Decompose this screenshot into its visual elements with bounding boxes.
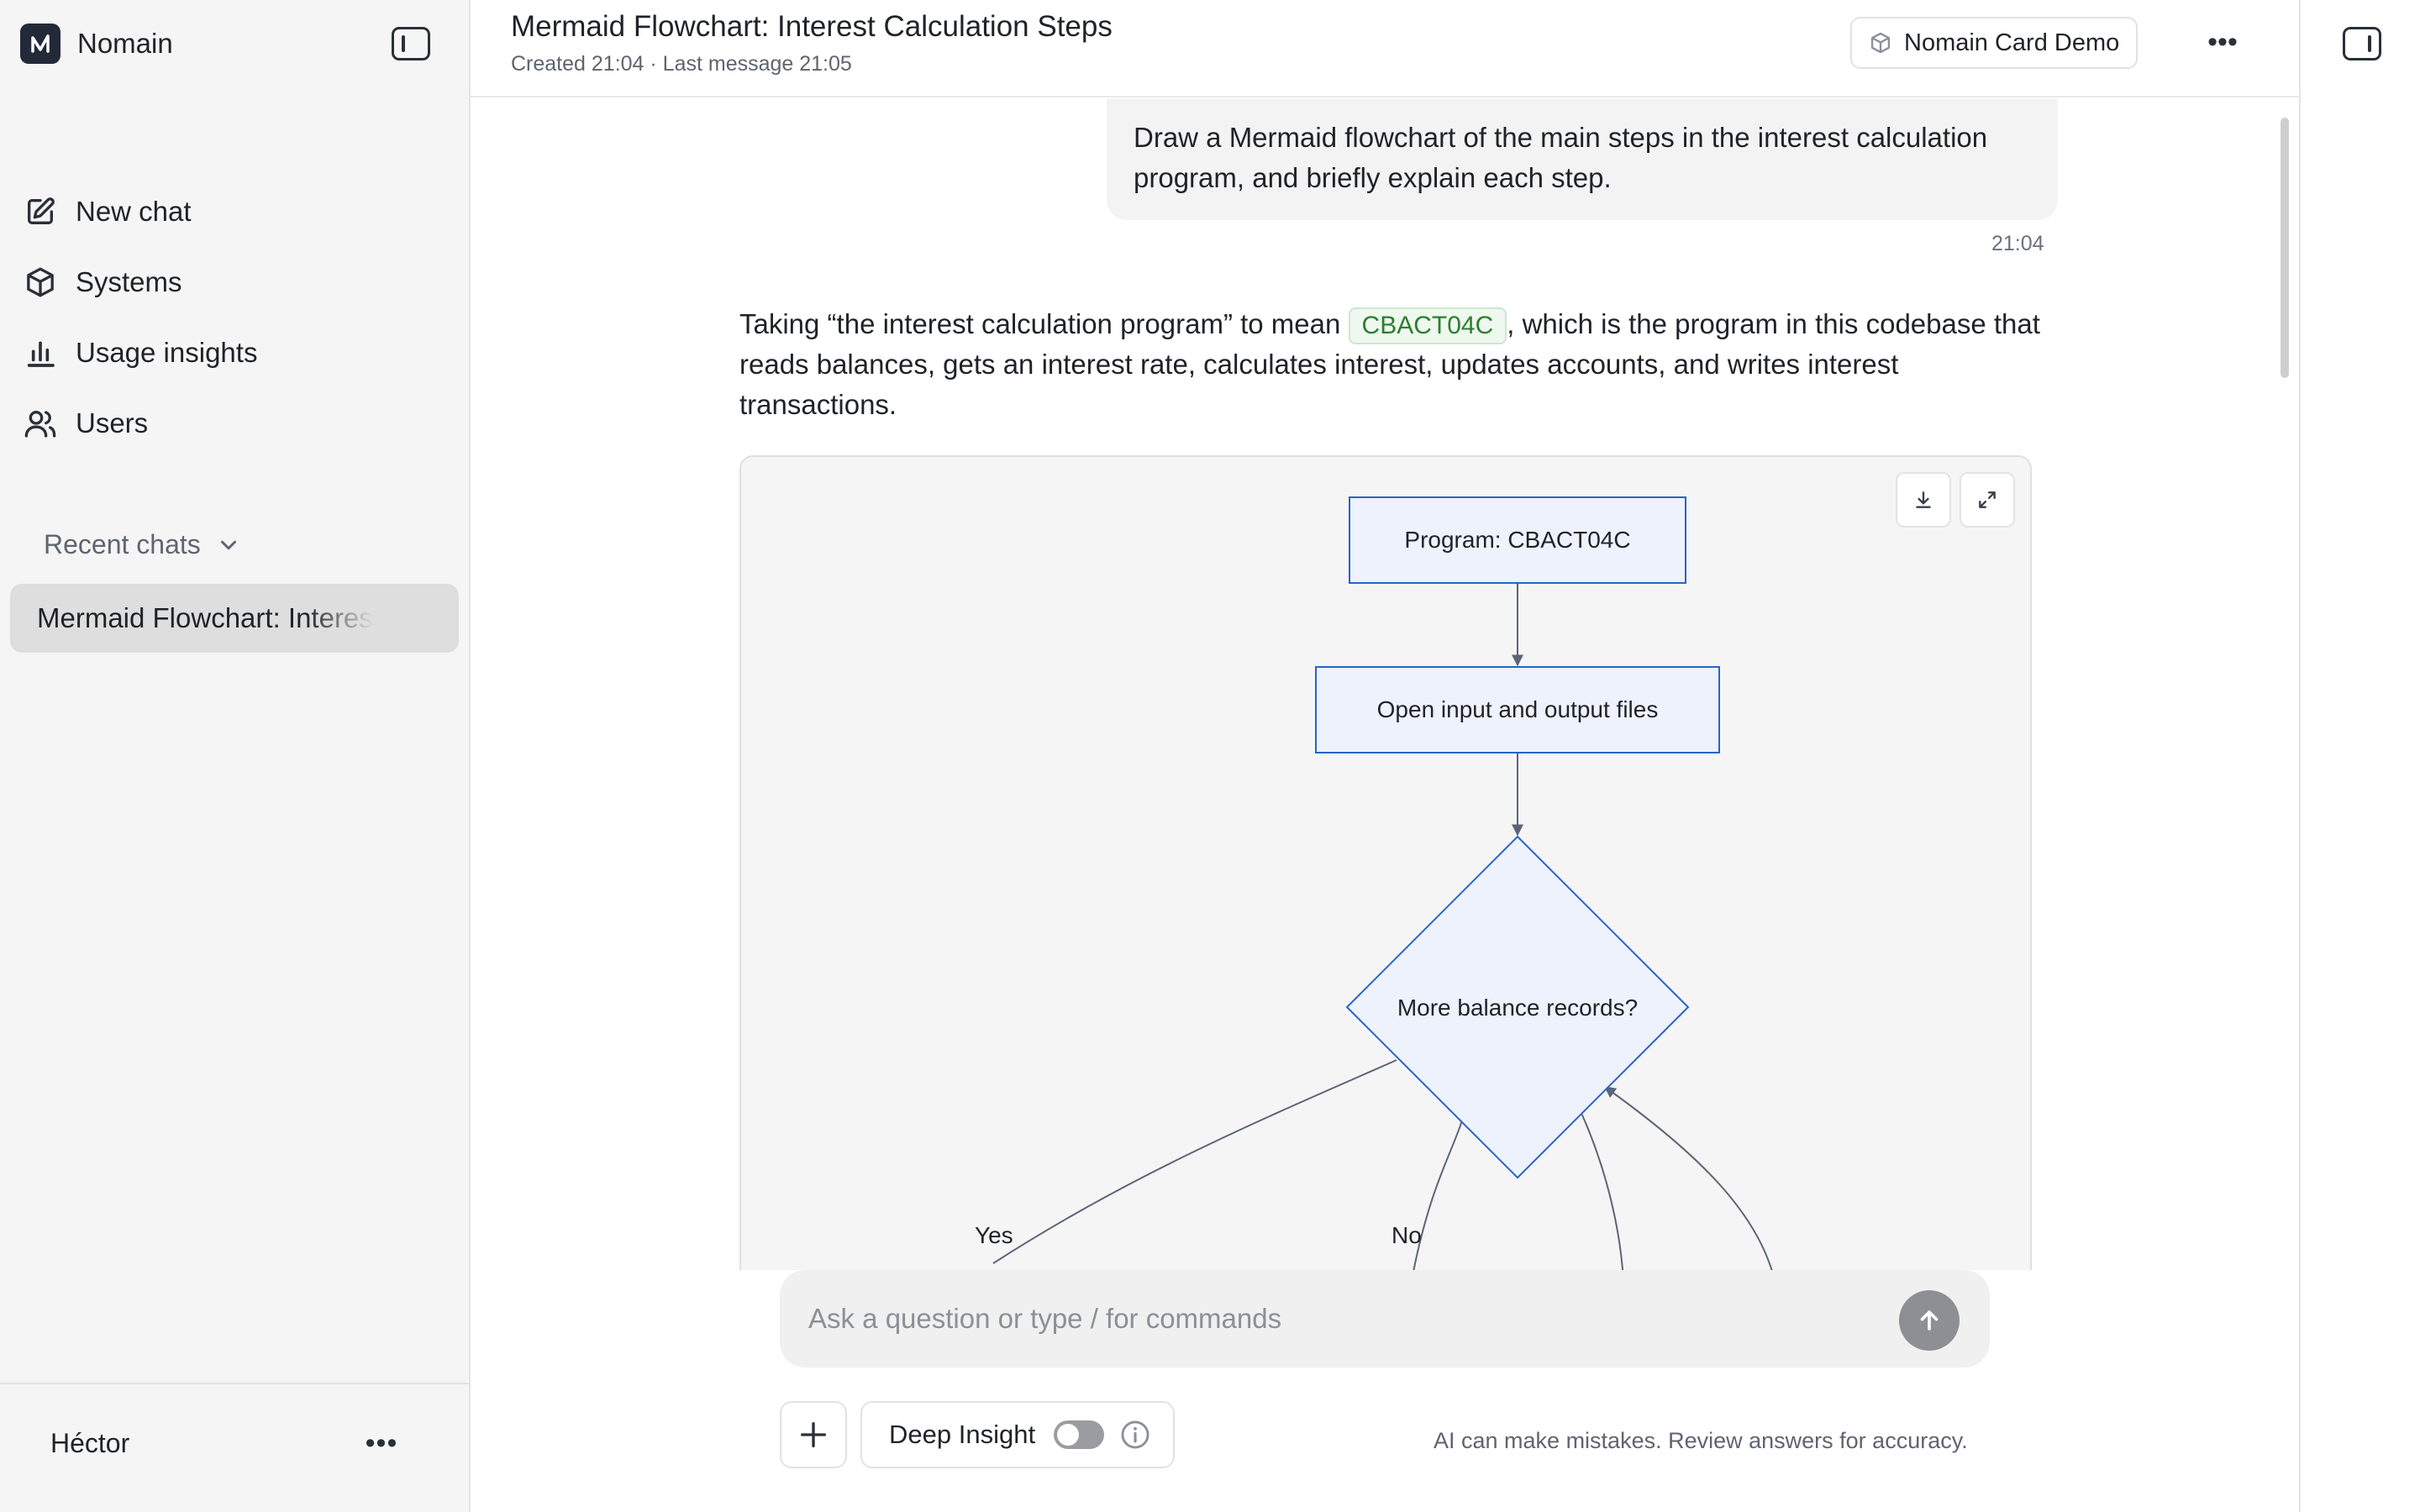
user-name: Héctor bbox=[50, 1428, 130, 1458]
node-decision: More balance records? bbox=[1345, 835, 1690, 1179]
sidebar-item-label: New chat bbox=[76, 196, 192, 227]
cube-icon bbox=[1870, 32, 1891, 54]
sidebar: Nomain New chat Systems Usage insights U… bbox=[0, 0, 471, 1512]
scrollbar-thumb[interactable] bbox=[2281, 118, 2289, 378]
deep-insight-label: Deep Insight bbox=[889, 1420, 1036, 1449]
users-icon bbox=[24, 411, 56, 438]
disclaimer: AI can make mistakes. Review answers for… bbox=[1434, 1428, 1968, 1453]
node-label: Program: CBACT04C bbox=[1404, 527, 1630, 553]
edge-yes bbox=[992, 1059, 1397, 1264]
user-message: Draw a Mermaid flowchart of the main ste… bbox=[1107, 99, 2058, 220]
composer bbox=[780, 1270, 1990, 1368]
deep-insight-control: Deep Insight bbox=[860, 1401, 1175, 1468]
sidebar-item-usage-insights[interactable]: Usage insights bbox=[24, 318, 452, 388]
arrow-up-icon bbox=[1920, 1310, 1939, 1331]
bar-chart-icon bbox=[27, 341, 55, 367]
edge-loop-back-1 bbox=[1572, 1094, 1624, 1281]
add-attachment-button[interactable] bbox=[780, 1401, 847, 1468]
send-button[interactable] bbox=[1899, 1290, 1960, 1351]
recent-chat-item[interactable]: Mermaid Flowchart: Interest Calculation … bbox=[10, 584, 459, 653]
download-diagram-button[interactable] bbox=[1896, 472, 1951, 528]
cube-icon bbox=[27, 267, 54, 297]
assistant-message: Taking “the interest calculation program… bbox=[739, 304, 2059, 425]
edge-label-no: No bbox=[1392, 1222, 1422, 1248]
page-title: Mermaid Flowchart: Interest Calculation … bbox=[511, 10, 1113, 43]
deep-insight-toggle[interactable] bbox=[1054, 1420, 1105, 1449]
sidebar-footer: Héctor ••• bbox=[0, 1383, 469, 1512]
node-label: Open input and output files bbox=[1377, 696, 1659, 722]
right-panel-rail bbox=[2299, 0, 2420, 1512]
info-icon[interactable] bbox=[1119, 1419, 1151, 1451]
sidebar-item-users[interactable]: Users bbox=[24, 388, 452, 459]
sidebar-nav: New chat Systems Usage insights Users bbox=[24, 176, 452, 459]
sidebar-toggle-icon[interactable] bbox=[392, 27, 430, 60]
node-program: Program: CBACT04C bbox=[1349, 496, 1686, 584]
brand[interactable]: Nomain bbox=[20, 24, 173, 64]
edge-no bbox=[1413, 1120, 1463, 1273]
system-chip-label: Nomain Card Demo bbox=[1904, 29, 2120, 56]
brand-name: Nomain bbox=[77, 28, 173, 59]
sidebar-item-label: Users bbox=[76, 407, 149, 438]
flowchart-canvas: Program: CBACT04C Open input and output … bbox=[975, 496, 1776, 1281]
node-open-files: Open input and output files bbox=[1315, 666, 1720, 753]
edge-loop-back-2 bbox=[1603, 1086, 1776, 1281]
mermaid-diagram: Program: CBACT04C Open input and output … bbox=[739, 455, 2032, 1379]
node-label: More balance records? bbox=[1397, 995, 1638, 1021]
chat-meta: Created 21:04 · Last message 21:05 bbox=[511, 52, 852, 76]
message-timestamp: 21:04 bbox=[1991, 232, 2044, 255]
user-menu-icon[interactable]: ••• bbox=[363, 1425, 400, 1462]
chevron-down-icon bbox=[220, 540, 236, 549]
right-panel-toggle-icon[interactable] bbox=[2343, 27, 2381, 60]
more-options-icon[interactable]: ••• bbox=[2202, 24, 2244, 60]
system-chip[interactable]: Nomain Card Demo bbox=[1850, 17, 2139, 69]
recent-chats-toggle[interactable]: Recent chats bbox=[44, 529, 241, 560]
expand-diagram-button[interactable] bbox=[1960, 472, 2015, 528]
recent-chat-label: Mermaid Flowchart: Interest Calculation … bbox=[37, 602, 373, 633]
sidebar-item-label: Usage insights bbox=[76, 337, 258, 368]
sidebar-item-label: Systems bbox=[76, 266, 182, 297]
download-icon bbox=[1916, 491, 1931, 508]
chat-input[interactable] bbox=[808, 1270, 1901, 1368]
edit-icon bbox=[28, 197, 55, 224]
plus-icon bbox=[801, 1422, 826, 1447]
sidebar-item-systems[interactable]: Systems bbox=[24, 247, 452, 318]
assistant-text: Taking “the interest calculation program… bbox=[739, 308, 1349, 339]
expand-icon bbox=[1979, 491, 1996, 508]
sidebar-item-new-chat[interactable]: New chat bbox=[24, 176, 452, 247]
code-reference-chip[interactable]: CBACT04C bbox=[1348, 307, 1507, 344]
recent-chats-label: Recent chats bbox=[44, 529, 201, 559]
chat-header: Mermaid Flowchart: Interest Calculation … bbox=[471, 0, 2299, 97]
nomain-logo-icon bbox=[20, 24, 60, 64]
edge-label-yes: Yes bbox=[975, 1222, 1013, 1248]
